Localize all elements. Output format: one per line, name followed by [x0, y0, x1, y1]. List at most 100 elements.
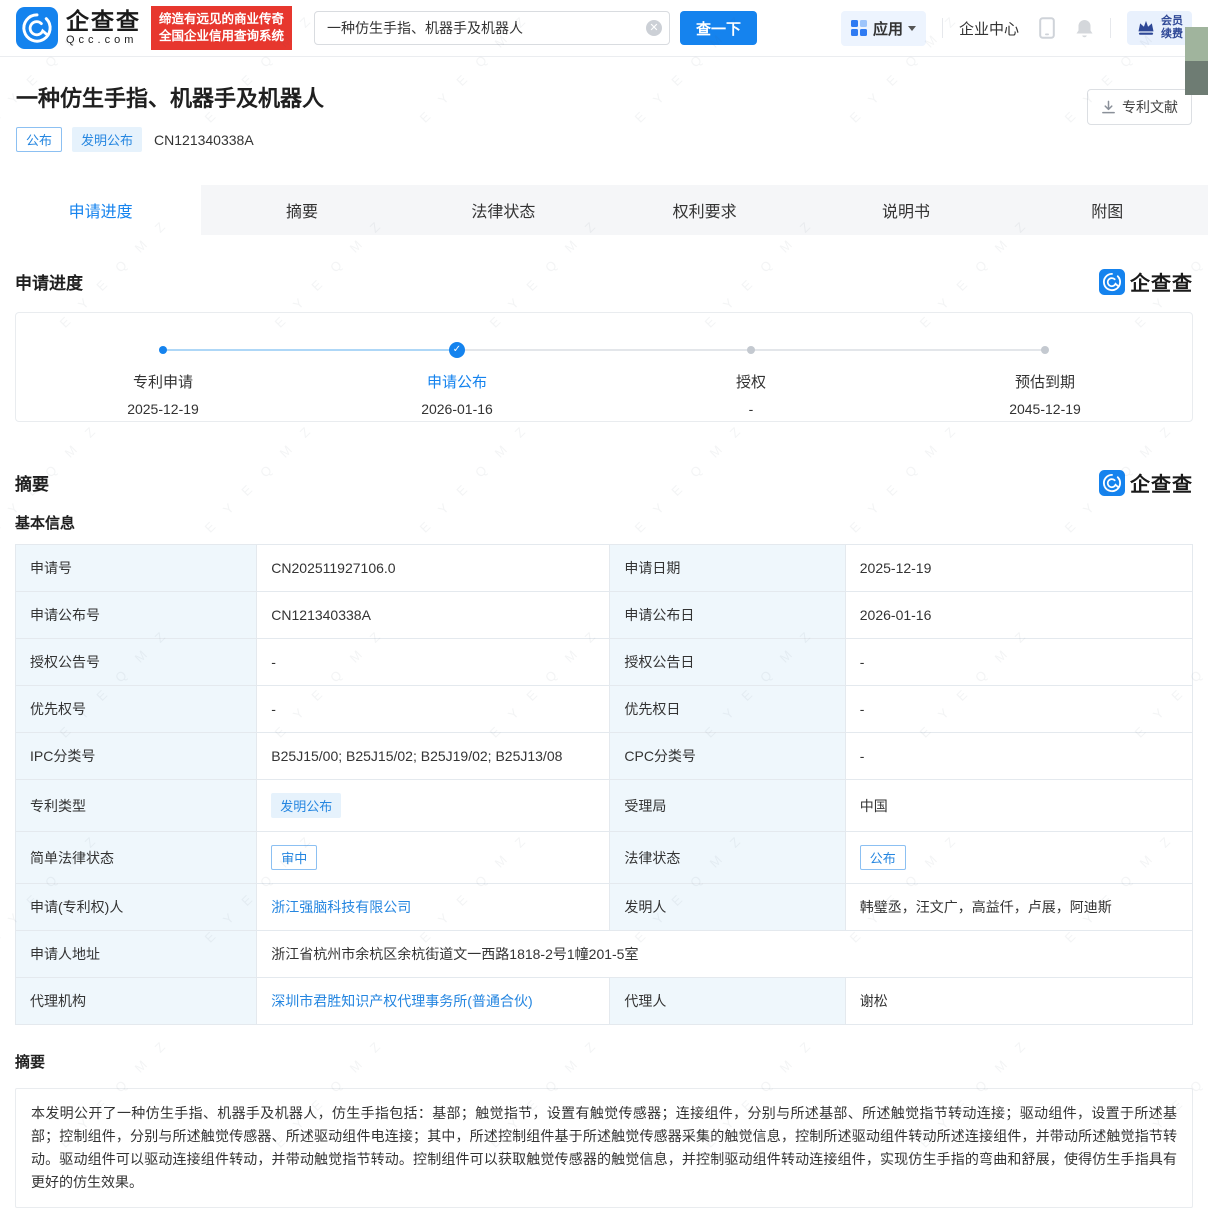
floating-widget-button-2[interactable] [1185, 61, 1208, 95]
timeline-step-grant: 授权 - [604, 371, 898, 417]
legal-status-badge: 公布 [860, 845, 906, 870]
step-label: 预估到期 [898, 371, 1192, 392]
grant-date-label: 授权公告日 [610, 639, 845, 686]
patent-type-badge: 发明公布 [72, 127, 142, 152]
patent-title-section: 专利文献 一种仿生手指、机器手及机器人 公布 发明公布 CN121340338A [0, 57, 1208, 185]
tab-application-progress[interactable]: 申请进度 [0, 185, 201, 235]
inventors-value: 韩璧丞，汪文广，高益仟，卢展，阿迪斯 [845, 884, 1192, 931]
tab-drawings[interactable]: 附图 [1007, 185, 1208, 235]
enterprise-center-link[interactable]: 企业中心 [959, 18, 1019, 39]
timeline-step-estimated-expiry: 预估到期 2045-12-19 [898, 371, 1192, 417]
patent-type-label: 专利类型 [16, 780, 257, 832]
brand-name: 企查查 [66, 9, 141, 33]
applicant-address-label: 申请人地址 [16, 931, 257, 978]
ipc-class-label: IPC分类号 [16, 733, 257, 780]
tab-bar: 申请进度摘要法律状态权利要求说明书附图 [0, 185, 1208, 235]
publication-date-label: 申请公布日 [610, 592, 845, 639]
publication-number-label: 申请公布号 [16, 592, 257, 639]
search-area: ✕ 查一下 [314, 11, 757, 45]
priority-number-value: - [257, 686, 610, 733]
abstract-text-box: 本发明公开了一种仿生手指、机器手及机器人，仿生手指包括：基部；触觉指节，设置有触… [15, 1088, 1193, 1208]
patent-type-badge: 发明公布 [271, 793, 341, 818]
status-badge: 公布 [16, 127, 62, 152]
legal-status-value: 公布 [845, 832, 1192, 884]
timeline-segment [163, 349, 457, 351]
qcc-mark-icon [1099, 470, 1125, 496]
inventors-label: 发明人 [610, 884, 845, 931]
qcc-logo[interactable]: 企查查 Qcc.com 缔造有远见的商业传奇 全国企业信用查询系统 [16, 6, 292, 50]
table-row: 授权公告号-授权公告日- [16, 639, 1193, 686]
agency-value: 深圳市君胜知识产权代理事务所(普通合伙) [257, 978, 610, 1025]
timeline-segment [751, 349, 1045, 351]
qcc-logo-text: 企查查 Qcc.com [66, 9, 141, 47]
table-row: 申请公布号CN121340338A申请公布日2026-01-16 [16, 592, 1193, 639]
header-right-nav: 应用 企业中心 会员 续费 [841, 11, 1192, 46]
qcc-mark-icon [1099, 269, 1125, 295]
tab-abstract[interactable]: 摘要 [201, 185, 402, 235]
progress-section-header: 申请进度 企查查 [15, 267, 1193, 296]
publication-date-value: 2026-01-16 [845, 592, 1192, 639]
legal-status-label: 法律状态 [610, 832, 845, 884]
table-row: 简单法律状态审中法律状态公布 [16, 832, 1193, 884]
step-date: - [604, 401, 898, 417]
tab-claims[interactable]: 权利要求 [604, 185, 805, 235]
timeline-track: ✓ [16, 342, 1192, 358]
receiving-office-label: 受理局 [610, 780, 845, 832]
patent-document-button[interactable]: 专利文献 [1087, 89, 1192, 125]
divider [1110, 18, 1111, 38]
applicant-link[interactable]: 浙江强脑科技有限公司 [271, 899, 411, 915]
table-row: IPC分类号B25J15/00; B25J15/02; B25J19/02; B… [16, 733, 1193, 780]
search-button[interactable]: 查一下 [680, 11, 757, 45]
phone-icon [1039, 17, 1055, 39]
cpc-class-label: CPC分类号 [610, 733, 845, 780]
application-number-value: CN202511927106.0 [257, 545, 610, 592]
progress-heading: 申请进度 [15, 269, 83, 294]
basic-info-table: 申请号CN202511927106.0申请日期2025-12-19申请公布号CN… [15, 544, 1193, 1025]
clear-search-icon[interactable]: ✕ [646, 20, 662, 36]
patent-title: 一种仿生手指、机器手及机器人 [16, 81, 1192, 113]
apps-menu-button[interactable]: 应用 [841, 11, 926, 46]
floating-widget-button-1[interactable] [1185, 27, 1208, 61]
step-date: 2026-01-16 [310, 401, 604, 417]
search-input[interactable] [314, 11, 670, 45]
notifications-button[interactable] [1075, 18, 1094, 39]
table-row: 申请人地址浙江省杭州市余杭区余杭街道文一西路1818-2号1幢201-5室 [16, 931, 1193, 978]
timeline-labels: 专利申请2025-12-19申请公布2026-01-16授权-预估到期2045-… [16, 371, 1192, 417]
vip-renew-button[interactable]: 会员 续费 [1127, 11, 1192, 45]
qcc-watermark-logo: 企查查 [1099, 267, 1193, 296]
timeline-dot-patent-application [159, 346, 167, 354]
download-icon [1101, 100, 1116, 115]
application-date-value: 2025-12-19 [845, 545, 1192, 592]
receiving-office-value: 中国 [845, 780, 1192, 832]
tab-description[interactable]: 说明书 [805, 185, 1006, 235]
divider [942, 18, 943, 38]
brand-domain: Qcc.com [66, 34, 141, 47]
step-date: 2045-12-19 [898, 401, 1192, 417]
search-box: ✕ [314, 11, 670, 45]
qcc-watermark-logo: 企查查 [1099, 468, 1193, 497]
tab-legal-status[interactable]: 法律状态 [403, 185, 604, 235]
timeline-dot-estimated-expiry [1041, 346, 1049, 354]
chevron-down-icon [908, 26, 916, 31]
vip-label: 会员 续费 [1161, 15, 1183, 41]
bell-icon [1075, 18, 1094, 39]
applicant-value: 浙江强脑科技有限公司 [257, 884, 610, 931]
grant-number-value: - [257, 639, 610, 686]
step-label: 授权 [604, 371, 898, 392]
applicant-label: 申请(专利权)人 [16, 884, 257, 931]
qcc-mark-text: 企查查 [1130, 267, 1193, 296]
simple-legal-status-badge: 审中 [271, 845, 317, 870]
agency-link[interactable]: 深圳市君胜知识产权代理事务所(普通合伙) [271, 993, 532, 1009]
qcc-logo-icon [16, 7, 58, 49]
table-row: 申请号CN202511927106.0申请日期2025-12-19 [16, 545, 1193, 592]
abstract-text: 本发明公开了一种仿生手指、机器手及机器人，仿生手指包括：基部；触觉指节，设置有触… [31, 1102, 1177, 1194]
timeline-segment [457, 349, 751, 351]
grant-number-label: 授权公告号 [16, 639, 257, 686]
applicant-address-value: 浙江省杭州市余杭区余杭街道文一西路1818-2号1幢201-5室 [257, 931, 1193, 978]
cpc-class-value: - [845, 733, 1192, 780]
mobile-app-button[interactable] [1039, 17, 1055, 39]
application-number-label: 申请号 [16, 545, 257, 592]
application-date-label: 申请日期 [610, 545, 845, 592]
step-date: 2025-12-19 [16, 401, 310, 417]
abstract-section-header: 摘要 企查查 [15, 468, 1193, 497]
